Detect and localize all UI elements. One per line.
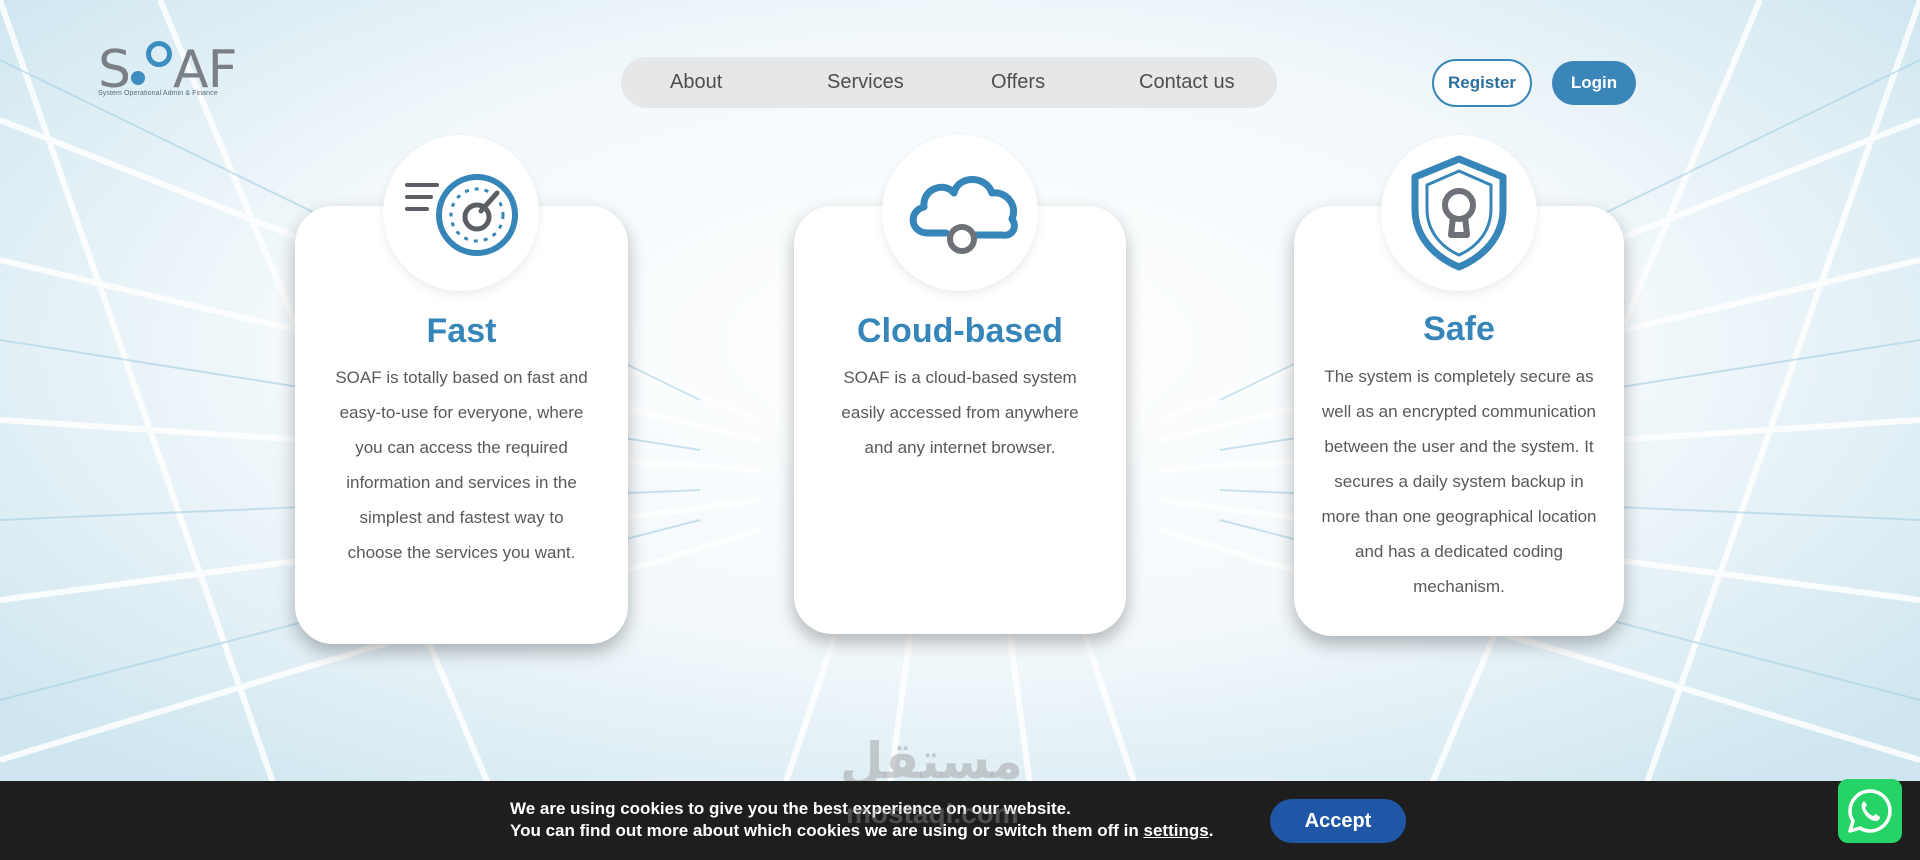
whatsapp-button[interactable] — [1838, 779, 1902, 843]
card-title: Safe — [1423, 310, 1495, 348]
logo[interactable]: S AF System Operational Admin & Finance — [98, 40, 248, 112]
card-description: SOAF is totally based on fast and easy-t… — [335, 368, 588, 562]
logo-o-ring — [146, 41, 173, 67]
card-title: Fast — [426, 312, 497, 350]
register-button[interactable]: Register — [1432, 59, 1532, 107]
card-description: The system is completely secure as well … — [1321, 367, 1597, 596]
cloud-icon — [882, 135, 1038, 291]
logo-dot — [131, 71, 146, 85]
cookie-line-2-end: . — [1208, 821, 1214, 840]
card-title: Cloud-based — [857, 312, 1063, 350]
nav-about[interactable]: About — [670, 57, 722, 108]
accept-cookies-button[interactable]: Accept — [1270, 799, 1406, 843]
whatsapp-icon — [1848, 789, 1892, 833]
nav-contact[interactable]: Contact us — [1139, 57, 1235, 108]
shield-lock-icon — [1381, 135, 1537, 291]
login-button[interactable]: Login — [1552, 61, 1636, 105]
watermark-sub: mostaql.com — [846, 798, 1019, 829]
logo-wordmark: S AF — [98, 40, 238, 100]
nav-offers[interactable]: Offers — [991, 57, 1045, 108]
speedometer-icon — [383, 135, 539, 291]
nav-services[interactable]: Services — [827, 57, 904, 108]
cookie-settings-link[interactable]: settings — [1144, 821, 1209, 840]
main-nav: About Services Offers Contact us — [621, 57, 1277, 108]
card-description: SOAF is a cloud-based system easily acce… — [841, 368, 1079, 457]
cookie-line-2-text: You can find out more about which cookie… — [510, 821, 1139, 840]
